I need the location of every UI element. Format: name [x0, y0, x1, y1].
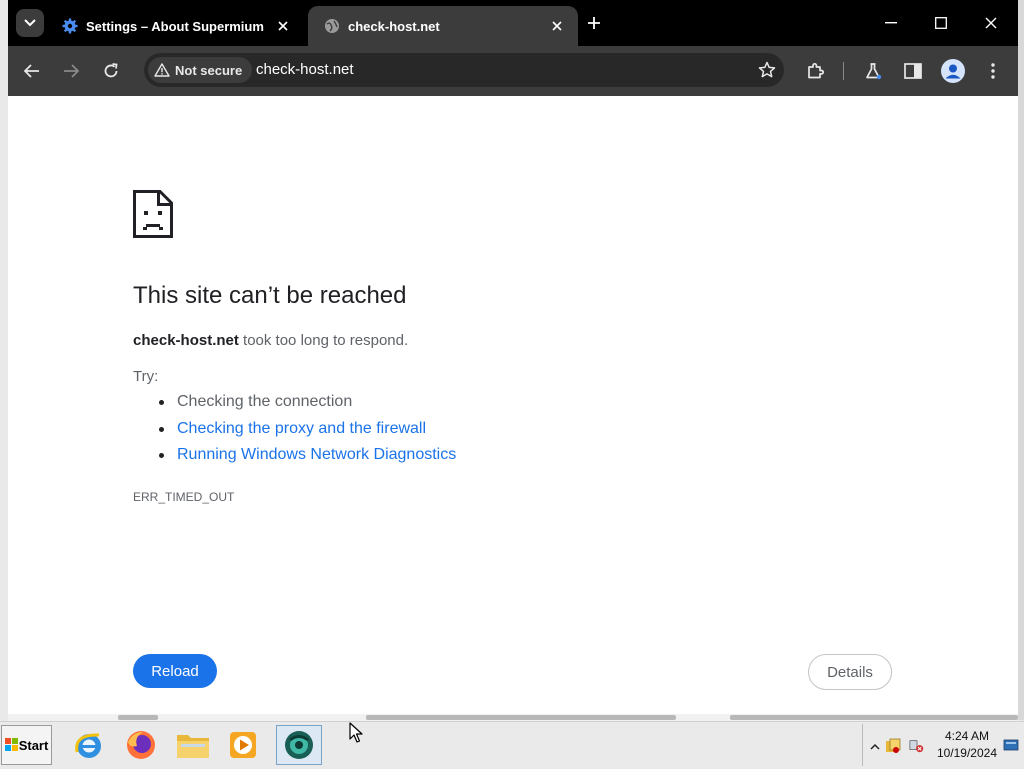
- close-window-button[interactable]: [978, 10, 1004, 36]
- reload-toolbar-button[interactable]: [98, 58, 124, 84]
- tab-title: check-host.net: [348, 18, 440, 34]
- scrollbar-segment[interactable]: [730, 715, 1018, 720]
- show-hidden-icons-icon[interactable]: [867, 738, 883, 754]
- new-tab-button[interactable]: [583, 12, 605, 34]
- gear-icon: [62, 18, 78, 34]
- start-label: Start: [18, 737, 49, 753]
- suggestion-proxy-firewall-link[interactable]: Checking the proxy and the firewall: [158, 416, 456, 443]
- labs-button[interactable]: [860, 58, 886, 84]
- minimize-button[interactable]: [878, 10, 904, 36]
- error-host: check-host.net: [133, 332, 239, 349]
- suggestion-checking-connection: Checking the connection: [158, 389, 456, 416]
- clock-date: 10/19/2024: [936, 746, 997, 760]
- browser-window: Settings – About Supermium check-host.ne…: [8, 0, 1018, 716]
- back-button[interactable]: [19, 58, 45, 84]
- show-desktop-icon[interactable]: [1003, 738, 1019, 754]
- error-description: check-host.net took too long to respond.: [133, 332, 408, 349]
- suggestion-network-diagnostics-link[interactable]: Running Windows Network Diagnostics: [158, 442, 456, 469]
- close-tab-icon[interactable]: [546, 15, 568, 37]
- window-edge: [1018, 0, 1024, 720]
- extensions-button[interactable]: [802, 58, 828, 84]
- taskbar: Start 4:24 AM 10/19/2024: [0, 721, 1024, 769]
- profile-button[interactable]: [940, 58, 966, 84]
- sad-page-icon: [133, 190, 173, 238]
- tab-search-button[interactable]: [16, 9, 44, 37]
- error-headline: This site can’t be reached: [133, 282, 407, 309]
- system-tray: 4:24 AM 10/19/2024: [862, 724, 1023, 766]
- maximize-icon: [935, 17, 947, 29]
- address-bar[interactable]: Not secure check-host.net: [144, 53, 784, 87]
- close-tab-icon[interactable]: [272, 15, 294, 37]
- try-label: Try:: [133, 368, 159, 385]
- horizontal-scrollbar[interactable]: [8, 714, 1018, 721]
- suggestions-list: Checking the connection Checking the pro…: [158, 389, 456, 469]
- start-button[interactable]: Start: [1, 725, 52, 765]
- tab-strip: Settings – About Supermium check-host.ne…: [8, 0, 1018, 46]
- menu-button[interactable]: [980, 58, 1006, 84]
- more-vert-icon: [991, 63, 995, 79]
- globe-icon: [324, 18, 340, 34]
- plus-icon: [588, 17, 600, 29]
- tab-settings[interactable]: Settings – About Supermium: [52, 6, 304, 46]
- security-label: Not secure: [175, 62, 243, 78]
- arrow-right-icon: [64, 64, 79, 78]
- flask-icon: [866, 63, 882, 80]
- star-icon: [758, 61, 776, 78]
- network-icon[interactable]: [909, 738, 925, 754]
- refresh-icon: [104, 63, 118, 78]
- maximize-button[interactable]: [928, 10, 954, 36]
- clock-time: 4:24 AM: [944, 729, 989, 743]
- details-button[interactable]: Details: [808, 654, 892, 690]
- side-panel-button[interactable]: [900, 58, 926, 84]
- clock[interactable]: 4:24 AM 10/19/2024: [937, 728, 997, 762]
- internet-explorer-icon[interactable]: [66, 725, 112, 765]
- mouse-cursor-icon: [349, 722, 363, 743]
- scrollbar-segment[interactable]: [118, 715, 158, 720]
- bookmark-button[interactable]: [754, 57, 780, 83]
- forward-button[interactable]: [58, 58, 84, 84]
- close-icon: [985, 17, 997, 29]
- arrow-left-icon: [24, 64, 39, 78]
- media-player-icon[interactable]: [220, 725, 266, 765]
- chevron-down-icon: [24, 19, 36, 27]
- minimize-icon: [885, 22, 897, 24]
- error-code: ERR_TIMED_OUT: [133, 490, 235, 504]
- windows-logo-icon: [4, 738, 18, 751]
- tab-check-host[interactable]: check-host.net: [308, 6, 578, 46]
- file-explorer-icon[interactable]: [170, 725, 216, 765]
- side-panel-icon: [904, 63, 922, 79]
- error-page: This site can’t be reached check-host.ne…: [8, 96, 1018, 716]
- warning-icon: [154, 63, 170, 77]
- error-description-text: took too long to respond.: [238, 332, 409, 349]
- toolbar-separator: [843, 62, 844, 80]
- tab-title: Settings – About Supermium: [86, 18, 264, 34]
- firefox-icon[interactable]: [118, 725, 164, 765]
- reload-button[interactable]: Reload: [133, 654, 217, 688]
- url-text[interactable]: check-host.net: [256, 61, 354, 78]
- action-center-icon[interactable]: [885, 738, 901, 754]
- browser-toolbar: Not secure check-host.net: [8, 46, 1018, 96]
- avatar-icon: [941, 59, 965, 83]
- puzzle-icon: [808, 63, 824, 79]
- security-chip[interactable]: Not secure: [148, 57, 253, 83]
- scrollbar-thumb[interactable]: [366, 715, 676, 720]
- supermium-icon[interactable]: [276, 725, 322, 765]
